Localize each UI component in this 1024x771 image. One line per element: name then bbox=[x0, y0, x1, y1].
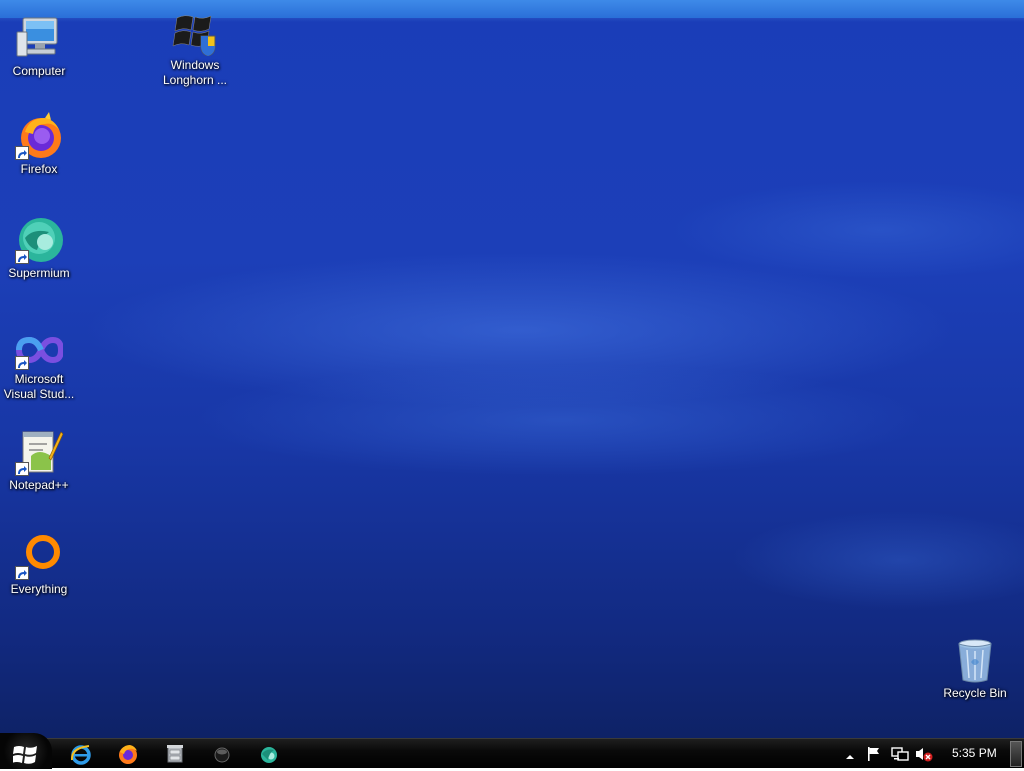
everything-icon bbox=[15, 532, 63, 580]
desktop-icon-supermium[interactable]: Supermium bbox=[0, 216, 78, 281]
cabinet-icon bbox=[167, 745, 183, 763]
notepadpp-icon bbox=[15, 428, 64, 476]
wallpaper-top-strip bbox=[0, 0, 1024, 18]
volume-muted-icon[interactable] bbox=[915, 746, 933, 767]
shortcut-arrow-icon bbox=[15, 356, 29, 370]
network-icon[interactable] bbox=[891, 746, 909, 767]
supermium-icon bbox=[261, 747, 277, 763]
desktop-icon-notepadpp[interactable]: Notepad++ bbox=[0, 428, 78, 493]
dark-orb-icon bbox=[214, 747, 230, 763]
desktop-icon-computer[interactable]: Computer bbox=[0, 14, 78, 79]
internet-explorer-icon bbox=[70, 745, 91, 765]
windows-logo-icon bbox=[13, 746, 37, 764]
desktop-icon-label: Everything bbox=[10, 582, 68, 596]
show-hidden-icons-icon[interactable] bbox=[845, 749, 855, 767]
recycle-bin-icon bbox=[951, 636, 999, 684]
taskbar-file-manager[interactable] bbox=[163, 742, 187, 766]
desktop-icon-visual-studio[interactable]: Microsoft Visual Stud... bbox=[0, 330, 78, 402]
clock[interactable]: 5:35 PM bbox=[952, 746, 997, 760]
firefox-icon bbox=[15, 112, 63, 160]
windows-flag-icon bbox=[171, 8, 219, 57]
taskbar: 5:35 PM bbox=[0, 733, 1024, 769]
shortcut-arrow-icon bbox=[15, 250, 29, 264]
start-button[interactable] bbox=[0, 733, 52, 769]
desktop-icon-firefox[interactable]: Firefox bbox=[0, 112, 78, 177]
desktop-icon-windows-longhorn[interactable]: Windows Longhorn ... bbox=[156, 8, 234, 88]
desktop-icon-label: Microsoft Visual Stud... bbox=[3, 372, 75, 401]
desktop-icon-everything[interactable]: Everything bbox=[0, 532, 78, 597]
taskbar-internet-explorer[interactable] bbox=[69, 742, 93, 766]
shortcut-arrow-icon bbox=[15, 146, 29, 160]
shortcut-arrow-icon bbox=[15, 462, 29, 476]
taskbar-media[interactable] bbox=[210, 742, 234, 766]
computer-icon bbox=[15, 14, 63, 62]
show-desktop-button[interactable] bbox=[1010, 741, 1022, 767]
desktop-icon-label: Computer bbox=[12, 64, 66, 78]
visual-studio-icon bbox=[15, 330, 65, 370]
supermium-icon bbox=[15, 216, 63, 264]
taskbar-firefox[interactable] bbox=[116, 742, 140, 766]
desktop-icon-label: Recycle Bin bbox=[943, 686, 1007, 700]
taskbar-supermium[interactable] bbox=[257, 742, 281, 766]
desktop-icon-label: Supermium bbox=[8, 266, 70, 280]
desktop-wallpaper: Computer Windows Longhorn ... Firefox Su… bbox=[0, 0, 1024, 738]
action-center-flag-icon[interactable] bbox=[866, 746, 882, 767]
desktop-icon-label: Firefox bbox=[20, 162, 58, 176]
desktop-icon-label: Notepad++ bbox=[9, 478, 69, 492]
desktop-icon-label: Windows Longhorn ... bbox=[162, 58, 228, 87]
shortcut-arrow-icon bbox=[15, 566, 29, 580]
desktop-icon-recycle-bin[interactable]: Recycle Bin bbox=[936, 636, 1014, 701]
firefox-icon bbox=[119, 745, 137, 764]
